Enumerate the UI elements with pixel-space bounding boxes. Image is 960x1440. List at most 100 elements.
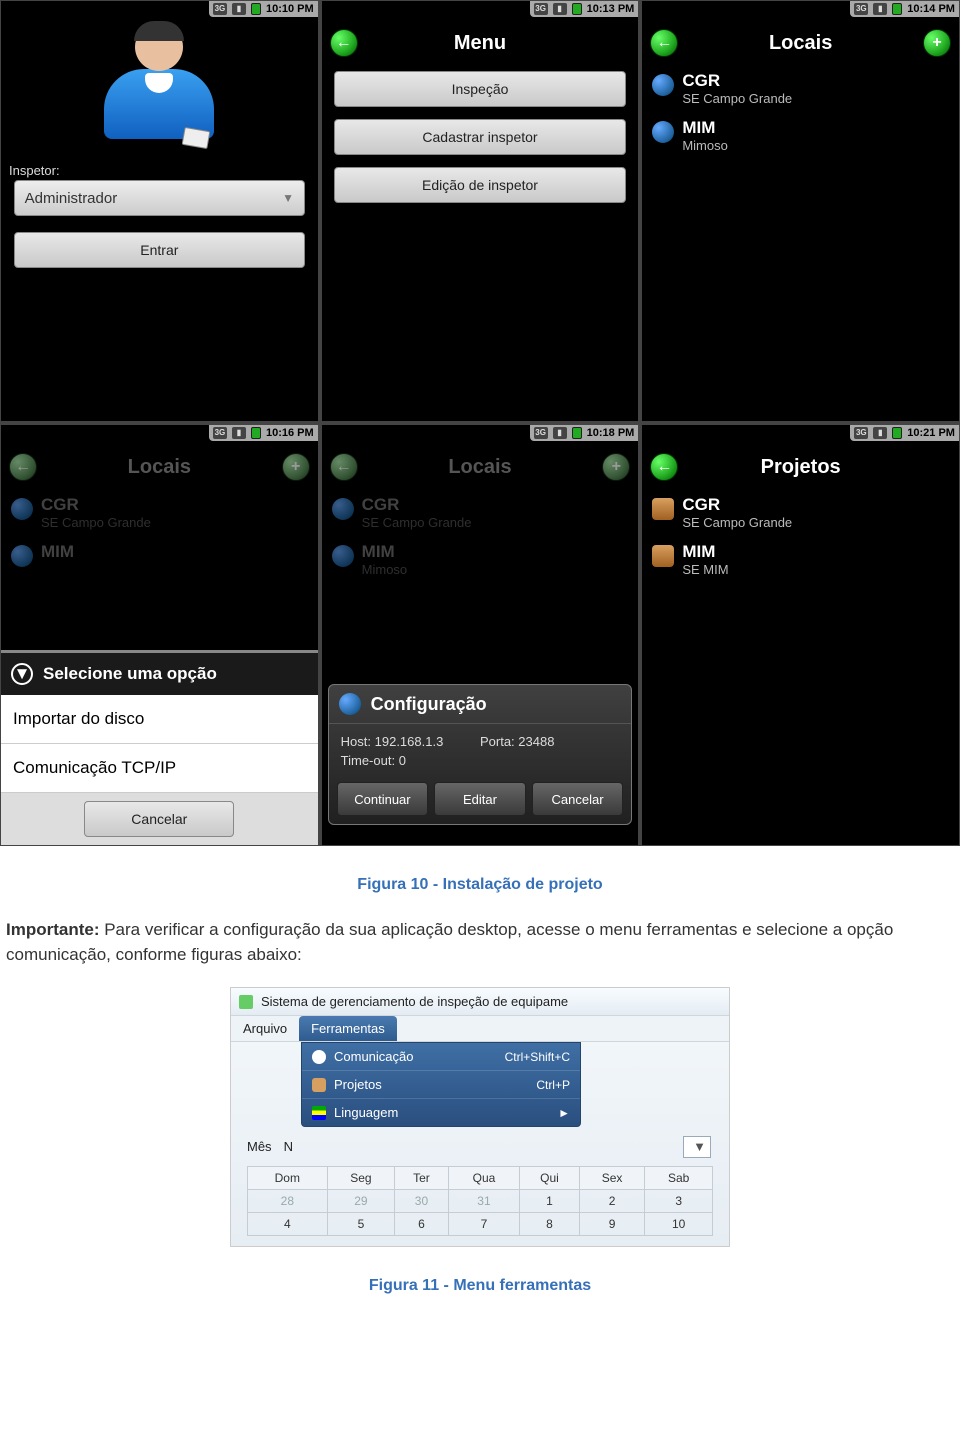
- globe-icon: [11, 498, 33, 520]
- clock-text: 10:13 PM: [587, 3, 635, 15]
- page-title: Locais: [448, 456, 511, 479]
- screen-locais: 3G ▮ 10:14 PM ← Locais + CGRSE Campo Gra…: [642, 1, 959, 421]
- list-item[interactable]: MIMSE MIM: [642, 536, 959, 583]
- config-dialog: Configuração Host: 192.168.1.3 Porta: 23…: [328, 684, 633, 825]
- cancel-button[interactable]: Cancelar: [84, 801, 234, 837]
- dialog-header: Configuração: [329, 685, 632, 724]
- package-icon: [652, 545, 674, 567]
- clock-text: 10:18 PM: [587, 427, 635, 439]
- screen-locais-dialog: 3G ▮ 10:16 PM ← Locais + CGRSE Campo Gra…: [1, 425, 318, 845]
- battery-icon: [892, 427, 902, 439]
- globe-icon: [332, 498, 354, 520]
- clock-text: 10:21 PM: [907, 427, 955, 439]
- status-bar: 3G ▮ 10:18 PM: [530, 425, 639, 441]
- network-3g-icon: 3G: [534, 3, 548, 15]
- list-item: CGRSE Campo Grande: [1, 489, 318, 536]
- signal-icon: ▮: [232, 427, 246, 439]
- chevron-down-icon: ▼: [282, 191, 294, 205]
- submenu-projetos[interactable]: Projetos Ctrl+P: [302, 1071, 580, 1099]
- window-titlebar: Sistema de gerenciamento de inspeção de …: [231, 988, 729, 1016]
- screen-login: 3G ▮ 10:10 PM Inspetor: Administrador ▼ …: [1, 1, 318, 421]
- globe-icon: [339, 693, 361, 715]
- status-bar: 3G ▮ 10:10 PM: [209, 1, 318, 17]
- submenu-ferramentas: Comunicação Ctrl+Shift+C Projetos Ctrl+P…: [301, 1042, 581, 1127]
- option-dialog: ▼ Selecione uma opção Importar do disco …: [1, 650, 318, 845]
- back-button[interactable]: ←: [330, 29, 358, 57]
- battery-icon: [572, 427, 582, 439]
- menu-btn-cadastrar[interactable]: Cadastrar inspetor: [334, 119, 625, 155]
- status-bar: 3G ▮ 10:16 PM: [209, 425, 318, 441]
- continue-button[interactable]: Continuar: [337, 782, 429, 816]
- figure-11-caption: Figura 11 - Menu ferramentas: [0, 1277, 960, 1295]
- screen-menu: 3G ▮ 10:13 PM ← Menu Inspeção Cadastrar …: [322, 1, 639, 421]
- add-button[interactable]: +: [923, 29, 951, 57]
- option-import-disk[interactable]: Importar do disco: [1, 695, 318, 744]
- list-item[interactable]: MIMMimoso: [642, 112, 959, 159]
- globe-icon: [11, 545, 33, 567]
- figure-10-caption: Figura 10 - Instalação de projeto: [0, 876, 960, 894]
- arrow-right-icon: ►: [558, 1106, 570, 1120]
- submenu-linguagem[interactable]: Linguagem ►: [302, 1099, 580, 1126]
- desktop-screenshot: Sistema de gerenciamento de inspeção de …: [230, 987, 730, 1247]
- screen-locais-config: 3G ▮ 10:18 PM ← Locais + CGRSE Campo Gra…: [322, 425, 639, 845]
- back-button[interactable]: ←: [9, 453, 37, 481]
- dropdown-arrow[interactable]: ▼: [683, 1136, 711, 1158]
- chevron-down-icon: ▼: [11, 663, 33, 685]
- back-button[interactable]: ←: [650, 29, 678, 57]
- dropdown-value: Administrador: [25, 190, 118, 207]
- inspector-label: Inspetor:: [9, 163, 310, 178]
- list-item: MIM: [1, 536, 318, 573]
- screenshot-grid: 3G ▮ 10:10 PM Inspetor: Administrador ▼ …: [0, 0, 960, 846]
- back-button[interactable]: ←: [650, 453, 678, 481]
- content-row: Mês N ▼: [231, 1127, 729, 1158]
- list-item: MIMMimoso: [322, 536, 639, 583]
- calendar-row: 4 5 6 7 8 9 10: [248, 1213, 713, 1236]
- inspector-dropdown[interactable]: Administrador ▼: [14, 180, 305, 216]
- add-button[interactable]: +: [282, 453, 310, 481]
- back-button[interactable]: ←: [330, 453, 358, 481]
- flag-icon: [312, 1106, 326, 1120]
- list-item[interactable]: CGRSE Campo Grande: [642, 65, 959, 112]
- menu-btn-edicao[interactable]: Edição de inspetor: [334, 167, 625, 203]
- status-bar: 3G ▮ 10:21 PM: [850, 425, 959, 441]
- paragraph-text: Para verificar a configuração da sua apl…: [6, 920, 893, 964]
- cancel-button[interactable]: Cancelar: [532, 782, 624, 816]
- edit-button[interactable]: Editar: [434, 782, 526, 816]
- inspector-avatar: [99, 23, 219, 153]
- network-3g-icon: 3G: [213, 427, 227, 439]
- network-3g-icon: 3G: [854, 3, 868, 15]
- calendar-row: 28 29 30 31 1 2 3: [248, 1190, 713, 1213]
- menu-arquivo[interactable]: Arquivo: [231, 1016, 299, 1041]
- menu-btn-inspecao[interactable]: Inspeção: [334, 71, 625, 107]
- list-item[interactable]: CGRSE Campo Grande: [642, 489, 959, 536]
- status-bar: 3G ▮ 10:13 PM: [530, 1, 639, 17]
- add-button[interactable]: +: [602, 453, 630, 481]
- clock-text: 10:16 PM: [266, 427, 314, 439]
- mes-value: N: [284, 1139, 293, 1154]
- clock-text: 10:14 PM: [907, 3, 955, 15]
- network-3g-icon: 3G: [854, 427, 868, 439]
- page-title: Locais: [769, 32, 832, 55]
- important-label: Importante:: [6, 920, 100, 939]
- screen-projetos: 3G ▮ 10:21 PM ← Projetos CGRSE Campo Gra…: [642, 425, 959, 845]
- page-title: Menu: [454, 32, 506, 55]
- battery-icon: [572, 3, 582, 15]
- list-item: CGRSE Campo Grande: [322, 489, 639, 536]
- option-tcpip[interactable]: Comunicação TCP/IP: [1, 744, 318, 793]
- enter-button[interactable]: Entrar: [14, 232, 305, 268]
- globe-icon: [332, 545, 354, 567]
- page-title: Projetos: [761, 456, 841, 479]
- package-icon: [312, 1078, 326, 1092]
- signal-icon: ▮: [873, 427, 887, 439]
- submenu-comunicacao[interactable]: Comunicação Ctrl+Shift+C: [302, 1043, 580, 1071]
- menu-ferramentas[interactable]: Ferramentas: [299, 1016, 397, 1041]
- signal-icon: ▮: [553, 427, 567, 439]
- battery-icon: [251, 3, 261, 15]
- signal-icon: ▮: [553, 3, 567, 15]
- network-3g-icon: 3G: [213, 3, 227, 15]
- globe-icon: [652, 121, 674, 143]
- menu-bar: Arquivo Ferramentas: [231, 1016, 729, 1042]
- title-bar: ← Locais +: [1, 445, 318, 489]
- dialog-buttons: Continuar Editar Cancelar: [329, 774, 632, 824]
- calendar-header-row: Dom Seg Ter Qua Qui Sex Sab: [248, 1167, 713, 1190]
